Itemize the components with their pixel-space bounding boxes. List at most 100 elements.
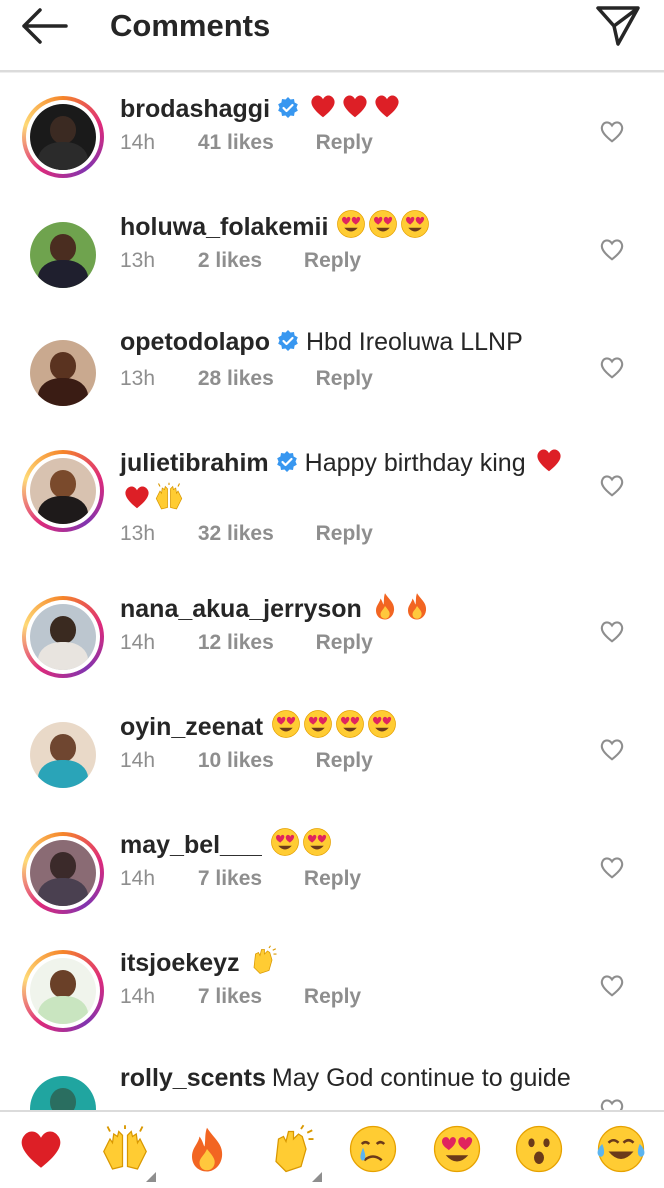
- tears-of-joy-emoji-icon: [596, 1124, 646, 1179]
- comment-likes[interactable]: 7 likes: [198, 867, 262, 891]
- comment-row: julietibrahim Happy birthday king 13h 32 …: [0, 442, 664, 560]
- comment-likes[interactable]: 28 likes: [198, 367, 274, 391]
- comment-meta: 14h 10 likes Reply: [120, 749, 373, 773]
- avatar[interactable]: [22, 596, 104, 678]
- reply-button[interactable]: Reply: [316, 367, 373, 390]
- like-comment-button[interactable]: [598, 354, 626, 380]
- reply-button[interactable]: Reply: [304, 867, 361, 890]
- comment-row: brodashaggi 14h 41 likes Reply: [0, 88, 664, 206]
- heart-eyes-emoji-icon: [367, 709, 397, 746]
- comment-time: 13h: [120, 522, 156, 545]
- heart-eyes-emoji-icon: [270, 827, 300, 864]
- heart-eyes-emoji-icon: [271, 709, 301, 746]
- red-heart-emoji-icon: [534, 445, 564, 482]
- avatar-photo: [30, 458, 96, 524]
- comment-row: holuwa_folakemii 13h 2 likes Reply: [0, 206, 664, 324]
- quick-reaction-raising-hands[interactable]: [98, 1124, 156, 1182]
- comment-text-line: oyin_zeenat: [120, 709, 590, 746]
- comment-username[interactable]: rolly_scents: [120, 1064, 266, 1092]
- comment-username[interactable]: julietibrahim: [120, 449, 269, 477]
- avatar[interactable]: [22, 96, 104, 178]
- comment-likes[interactable]: 7 likes: [198, 985, 262, 1009]
- comment-text-line: rolly_scents May God continue to guide: [120, 1063, 590, 1093]
- verified-badge-icon: [276, 96, 300, 120]
- like-comment-button[interactable]: [598, 618, 626, 644]
- heart-eyes-emoji-icon: [400, 209, 430, 246]
- comment-meta: 14h 7 likes Reply: [120, 985, 361, 1009]
- story-ring: [22, 714, 104, 796]
- avatar[interactable]: [22, 950, 104, 1032]
- comment-time: 14h: [120, 131, 156, 154]
- comment-body: Happy birthday king: [304, 449, 526, 477]
- paper-plane-icon: [596, 6, 640, 46]
- comment-text-line: julietibrahim Happy birthday king: [120, 445, 590, 519]
- share-button[interactable]: [594, 2, 642, 48]
- quick-reaction-red-heart[interactable]: [14, 1126, 68, 1176]
- like-comment-button[interactable]: [598, 854, 626, 880]
- comment-text-line: holuwa_folakemii: [120, 209, 590, 246]
- arrow-left-icon: [22, 8, 68, 44]
- avatar[interactable]: [22, 332, 104, 414]
- page-title: Comments: [110, 8, 271, 43]
- comment-time: 14h: [120, 985, 156, 1008]
- like-comment-button[interactable]: [598, 118, 626, 144]
- like-comment-button[interactable]: [598, 972, 626, 998]
- comment-body: Hbd Ireoluwa LLNP: [305, 328, 523, 356]
- comment-username[interactable]: holuwa_folakemii: [120, 213, 328, 241]
- like-comment-button[interactable]: [598, 736, 626, 762]
- avatar[interactable]: [22, 832, 104, 914]
- reply-button[interactable]: Reply: [316, 522, 373, 545]
- comment-text-line: may_bel___: [120, 827, 590, 864]
- heart-outline-icon: [600, 621, 624, 643]
- comment-time: 14h: [120, 631, 156, 654]
- quick-reaction-crying-face[interactable]: [346, 1125, 400, 1176]
- comment-username[interactable]: oyin_zeenat: [120, 713, 263, 741]
- heart-outline-icon: [600, 975, 624, 997]
- comment-username[interactable]: opetodolapo: [120, 328, 270, 356]
- reply-button[interactable]: Reply: [304, 985, 361, 1008]
- heart-eyes-emoji-icon: [368, 209, 398, 246]
- comment-text-line: brodashaggi: [120, 91, 590, 128]
- comment-row: opetodolapo Hbd Ireoluwa LLNP 13h 28 like…: [0, 324, 664, 442]
- quick-reaction-fire[interactable]: [180, 1126, 234, 1176]
- heart-eyes-emoji-icon: [432, 1124, 482, 1179]
- comment-username[interactable]: nana_akua_jerryson: [120, 595, 362, 623]
- comment-row: itsjoekeyz 14h 7 likes Reply: [0, 942, 664, 1060]
- fire-emoji-icon: [402, 591, 432, 628]
- quick-reaction-surprised-face[interactable]: [512, 1125, 566, 1176]
- comment-likes[interactable]: 32 likes: [198, 522, 274, 546]
- comment-text-line: nana_akua_jerryson: [120, 591, 590, 628]
- avatar[interactable]: [22, 450, 104, 532]
- back-button[interactable]: [18, 4, 70, 48]
- avatar-photo: [30, 340, 96, 406]
- avatar-photo: [30, 222, 96, 288]
- comment-likes[interactable]: 41 likes: [198, 131, 274, 155]
- comment-row: oyin_zeenat 14h 10 likes Reply: [0, 706, 664, 824]
- like-comment-button[interactable]: [598, 236, 626, 262]
- reply-button[interactable]: Reply: [316, 131, 373, 154]
- avatar-photo: [30, 104, 96, 170]
- quick-reaction-clapping-hands[interactable]: [264, 1124, 322, 1182]
- quick-reaction-heart-eyes[interactable]: [430, 1124, 484, 1179]
- comment-likes[interactable]: 10 likes: [198, 749, 274, 773]
- story-ring: [22, 332, 104, 414]
- reply-button[interactable]: Reply: [304, 249, 361, 272]
- heart-outline-icon: [600, 239, 624, 261]
- avatar[interactable]: [22, 214, 104, 296]
- reply-button[interactable]: Reply: [316, 749, 373, 772]
- red-heart-emoji-icon: [122, 482, 152, 519]
- quick-reaction-tears-of-joy[interactable]: [594, 1124, 648, 1179]
- like-comment-button[interactable]: [598, 472, 626, 498]
- comment-username[interactable]: itsjoekeyz: [120, 949, 240, 977]
- story-ring: [22, 950, 104, 1032]
- comment-username[interactable]: may_bel___: [120, 831, 262, 859]
- top-bar: Comments: [0, 0, 664, 72]
- avatar[interactable]: [22, 714, 104, 796]
- comment-likes[interactable]: 12 likes: [198, 631, 274, 655]
- comment-username[interactable]: brodashaggi: [120, 95, 270, 123]
- comment-text-line: itsjoekeyz: [120, 945, 590, 982]
- story-ring: [22, 96, 104, 178]
- comment-likes[interactable]: 2 likes: [198, 249, 262, 273]
- story-ring: [22, 596, 104, 678]
- reply-button[interactable]: Reply: [316, 631, 373, 654]
